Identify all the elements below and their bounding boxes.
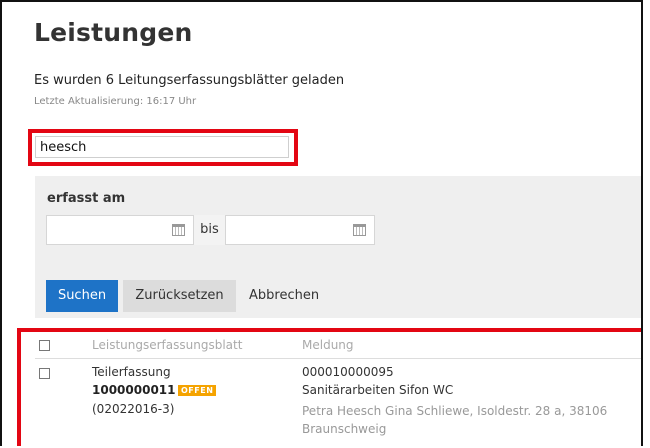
entry-number[interactable]: 1000000011 (92, 383, 176, 397)
column-header-blatt[interactable]: Leistungserfassungsblatt (92, 338, 242, 352)
filter-label: erfasst am (47, 191, 126, 206)
select-all-checkbox[interactable] (39, 340, 50, 351)
date-range-separator: bis (194, 215, 225, 245)
last-update-text: Letzte Aktualisierung: 16:17 Uhr (34, 96, 197, 107)
column-header-meldung[interactable]: Meldung (302, 338, 354, 352)
page-title: Leistungen (34, 18, 193, 47)
status-badge: OFFEN (178, 385, 217, 396)
date-to-input[interactable] (225, 215, 375, 245)
entry-type: Teilerfassung (92, 365, 171, 379)
calendar-icon[interactable] (172, 224, 185, 236)
meldung-title: Sanitärarbeiten Sifon WC (302, 383, 454, 397)
table-header: Leistungserfassungsblatt Meldung (35, 336, 641, 359)
filter-panel: erfasst am bis Suchen Zurücksetzen Abbre… (35, 176, 641, 318)
meldung-person: Petra Heesch Gina Schliewe, Isoldestr. 2… (302, 404, 608, 436)
load-info-text: Es wurden 6 Leitungserfassungsblätter ge… (34, 73, 345, 88)
date-from-input[interactable] (46, 215, 194, 245)
row-checkbox[interactable] (39, 368, 50, 379)
table-row[interactable]: Teilerfassung 1000000011 OFFEN (02022016… (35, 362, 641, 446)
meldung-number: 000010000095 (302, 365, 394, 379)
search-button[interactable]: Suchen (46, 280, 118, 312)
calendar-icon[interactable] (353, 224, 366, 236)
cancel-button[interactable]: Abbrechen (241, 280, 327, 312)
app-window: Leistungen Es wurden 6 Leitungserfassung… (0, 0, 643, 446)
entry-reference: (02022016-3) (92, 402, 175, 416)
reset-button[interactable]: Zurücksetzen (123, 280, 236, 312)
search-input[interactable] (35, 136, 289, 158)
